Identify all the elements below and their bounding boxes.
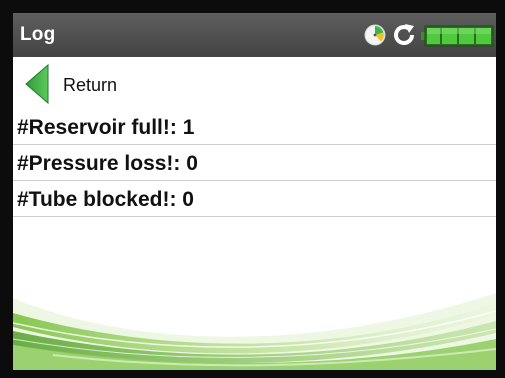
log-entry-text: #Tube blocked!: 0 bbox=[17, 188, 194, 211]
page-title: Log bbox=[20, 24, 56, 45]
return-label: Return bbox=[63, 75, 118, 95]
log-entry: #Reservoir full!: 1 bbox=[13, 109, 496, 145]
device-frame: Log Return #Reservoir full!: 1 #Pressure… bbox=[0, 0, 505, 378]
back-arrow-icon bbox=[25, 64, 49, 104]
log-entry: #Pressure loss!: 0 bbox=[13, 145, 496, 181]
return-button[interactable]: Return bbox=[13, 64, 496, 106]
decorative-green-waves bbox=[13, 293, 496, 370]
title-bar: Log bbox=[13, 13, 496, 57]
battery-icon bbox=[421, 25, 494, 47]
log-entry: #Tube blocked!: 0 bbox=[13, 181, 496, 217]
log-entry-text: #Reservoir full!: 1 bbox=[17, 116, 195, 139]
log-entry-text: #Pressure loss!: 0 bbox=[17, 152, 198, 175]
screen: Log Return #Reservoir full!: 1 #Pressure… bbox=[13, 13, 496, 370]
log-list: #Reservoir full!: 1 #Pressure loss!: 0 #… bbox=[13, 109, 496, 217]
refresh-icon[interactable] bbox=[392, 23, 416, 47]
clock-icon bbox=[364, 24, 386, 46]
